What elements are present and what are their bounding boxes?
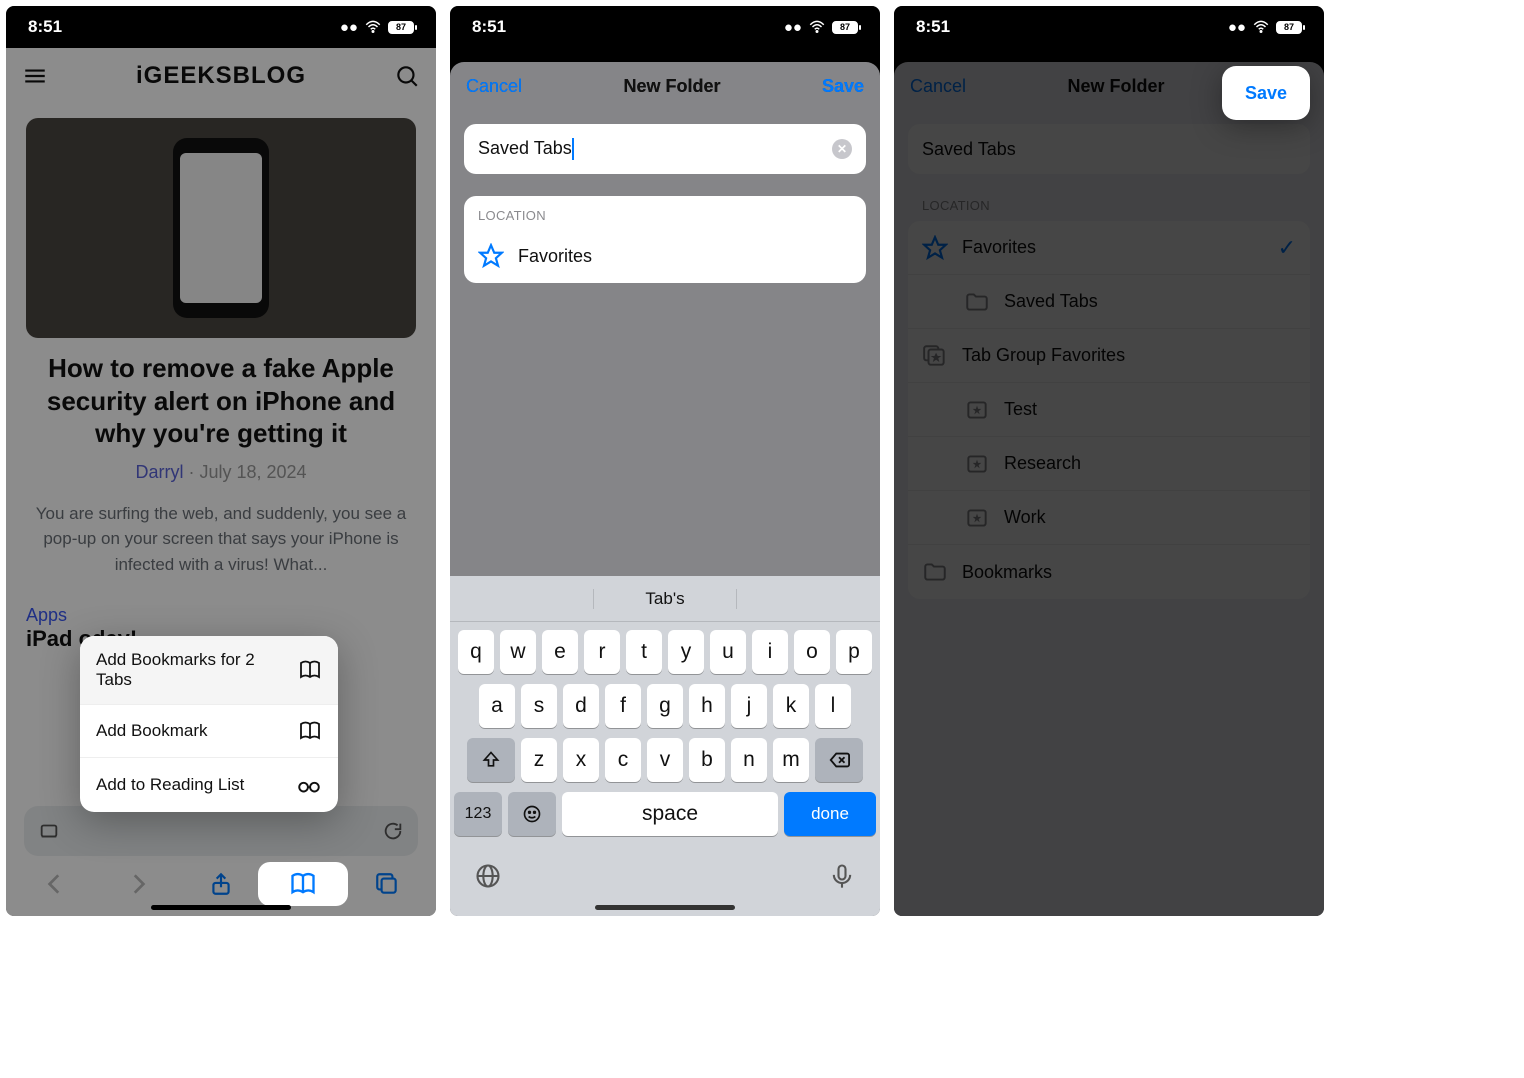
wifi-icon: [364, 18, 382, 36]
status-time: 8:51: [28, 17, 62, 37]
folder-name-input[interactable]: Saved Tabs ✕: [464, 124, 866, 174]
location-list: Favorites: [464, 229, 866, 283]
signal-icon: ●●: [1228, 19, 1246, 36]
signal-icon: ●●: [340, 19, 358, 36]
sheet-title: New Folder: [623, 76, 720, 97]
save-button[interactable]: Save: [822, 76, 864, 97]
wifi-icon: [808, 18, 826, 36]
status-icons: ●● 87: [340, 18, 414, 36]
status-icons: ●● 87: [784, 18, 858, 36]
add-bookmarks-for-tabs-item[interactable]: Add Bookmarks for 2 Tabs: [80, 636, 338, 705]
home-indicator: [151, 905, 291, 910]
status-bar: 8:51 ●● 87: [450, 6, 880, 48]
screenshot-panel-1: 8:51 ●● 87 iGEEKSBLOG How to remove a fa…: [6, 6, 436, 916]
save-button-highlight[interactable]: Save: [1222, 66, 1310, 120]
book-icon: [298, 658, 322, 682]
book-icon: [298, 719, 322, 743]
clear-text-icon[interactable]: ✕: [832, 139, 852, 159]
status-time: 8:51: [916, 17, 950, 37]
screenshot-panel-2: 8:51 ●● 87 Cancel New Folder Save Saved …: [450, 6, 880, 916]
add-reading-list-item[interactable]: Add to Reading List: [80, 758, 338, 812]
status-time: 8:51: [472, 17, 506, 37]
bookmarks-button-highlight[interactable]: [258, 862, 348, 906]
battery-icon: 87: [388, 21, 414, 34]
glasses-icon: [296, 772, 322, 798]
status-bar: 8:51 ●● 87: [6, 6, 436, 48]
signal-icon: ●●: [784, 19, 802, 36]
location-section-label: LOCATION: [464, 196, 866, 229]
location-favorites-row[interactable]: Favorites: [464, 229, 866, 283]
status-icons: ●● 87: [1228, 18, 1302, 36]
book-icon: [289, 870, 317, 898]
wifi-icon: [1252, 18, 1270, 36]
add-bookmark-item[interactable]: Add Bookmark: [80, 705, 338, 758]
battery-icon: 87: [1276, 21, 1302, 34]
cancel-button[interactable]: Cancel: [466, 76, 522, 97]
star-icon: [478, 243, 504, 269]
home-indicator: [595, 905, 735, 910]
battery-icon: 87: [832, 21, 858, 34]
screenshot-panel-3: 8:51 ●● 87 Cancel New Folder Save Saved …: [894, 6, 1324, 916]
bookmarks-popup-menu: Add Bookmarks for 2 Tabs Add Bookmark Ad…: [80, 636, 338, 812]
status-bar: 8:51 ●● 87: [894, 6, 1324, 48]
